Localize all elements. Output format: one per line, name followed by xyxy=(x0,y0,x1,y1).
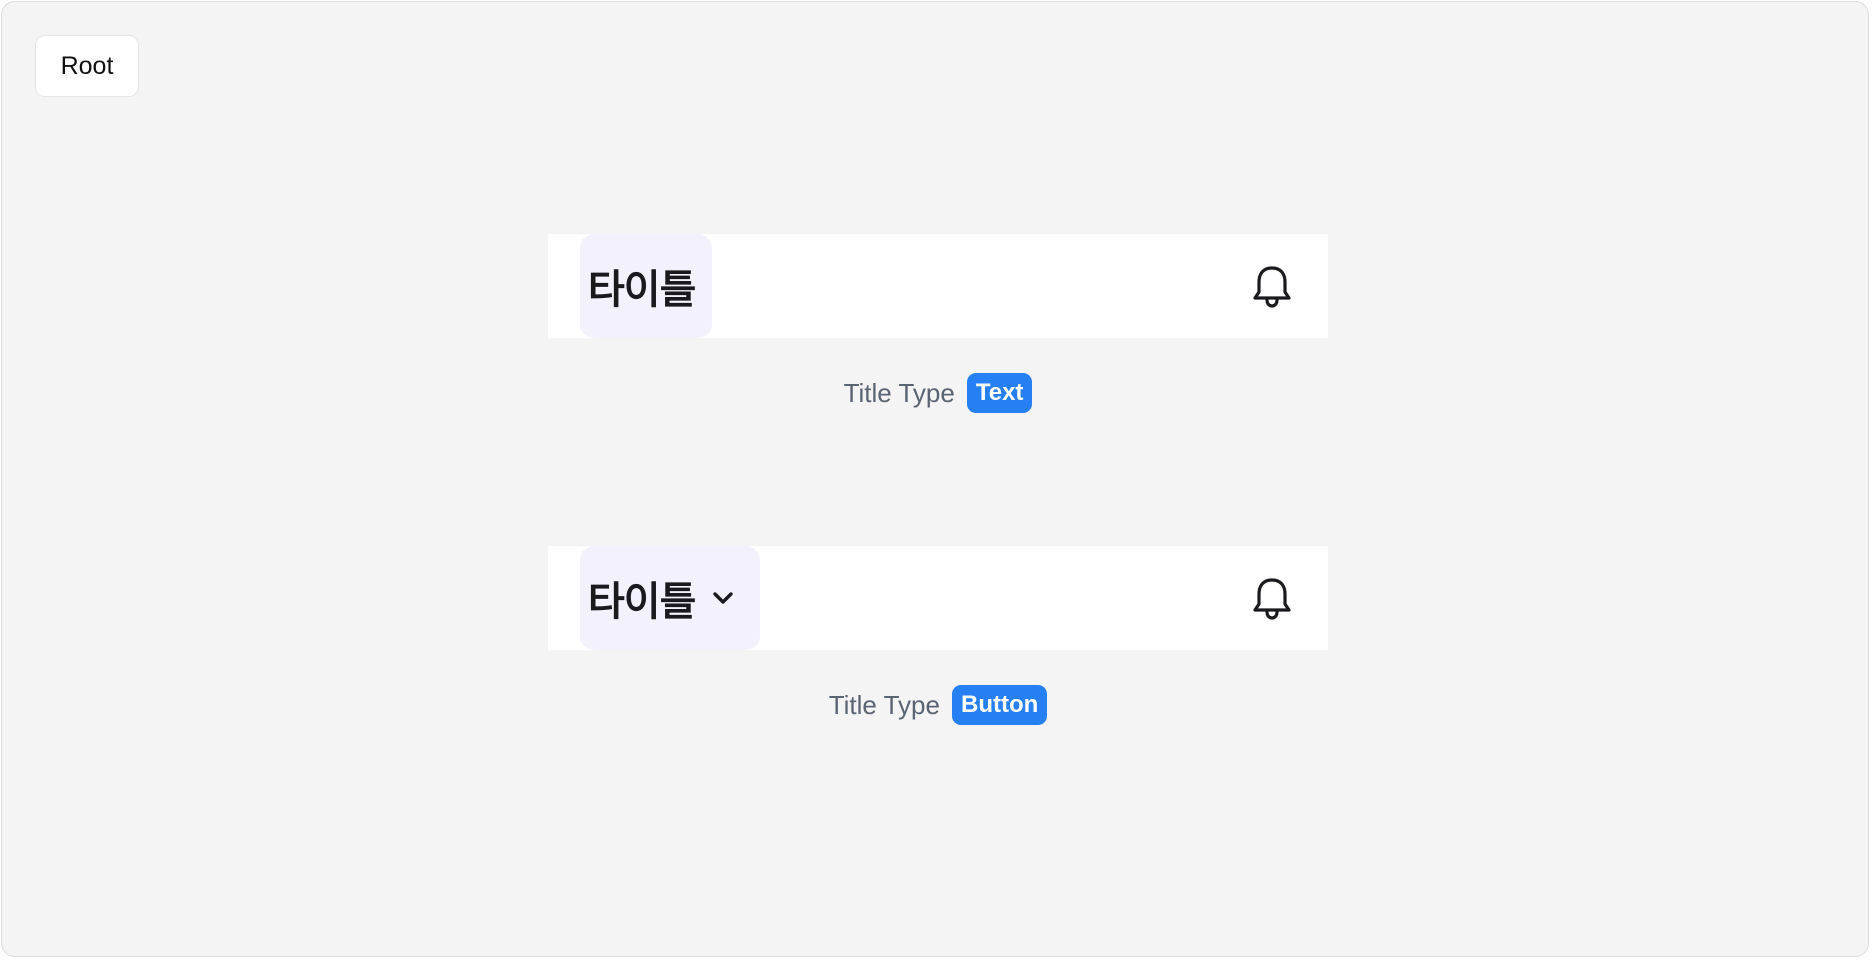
caption-label: Title Type xyxy=(828,689,940,720)
app-bar-text-title: 타이틀 xyxy=(548,234,1328,338)
caption-button-type: Title Type Button xyxy=(548,685,1328,725)
app-bar-title: 타이틀 xyxy=(588,579,696,625)
chevron-down-icon xyxy=(709,584,737,612)
app-bar-title: 타이틀 xyxy=(588,267,696,313)
title-type-badge: Text xyxy=(966,373,1033,413)
bell-icon[interactable] xyxy=(1250,264,1294,310)
title-type-badge: Button xyxy=(951,685,1048,725)
title-button[interactable]: 타이틀 xyxy=(580,546,760,650)
canvas: Root 타이틀 Title Type Text 타이틀 Title Type … xyxy=(1,1,1869,957)
root-label[interactable]: Root xyxy=(35,35,139,97)
title-slot: 타이틀 xyxy=(580,234,712,338)
caption-text-type: Title Type Text xyxy=(548,373,1328,413)
app-bar-button-title: 타이틀 xyxy=(548,546,1328,650)
caption-label: Title Type xyxy=(843,377,955,408)
bell-icon[interactable] xyxy=(1250,576,1294,622)
